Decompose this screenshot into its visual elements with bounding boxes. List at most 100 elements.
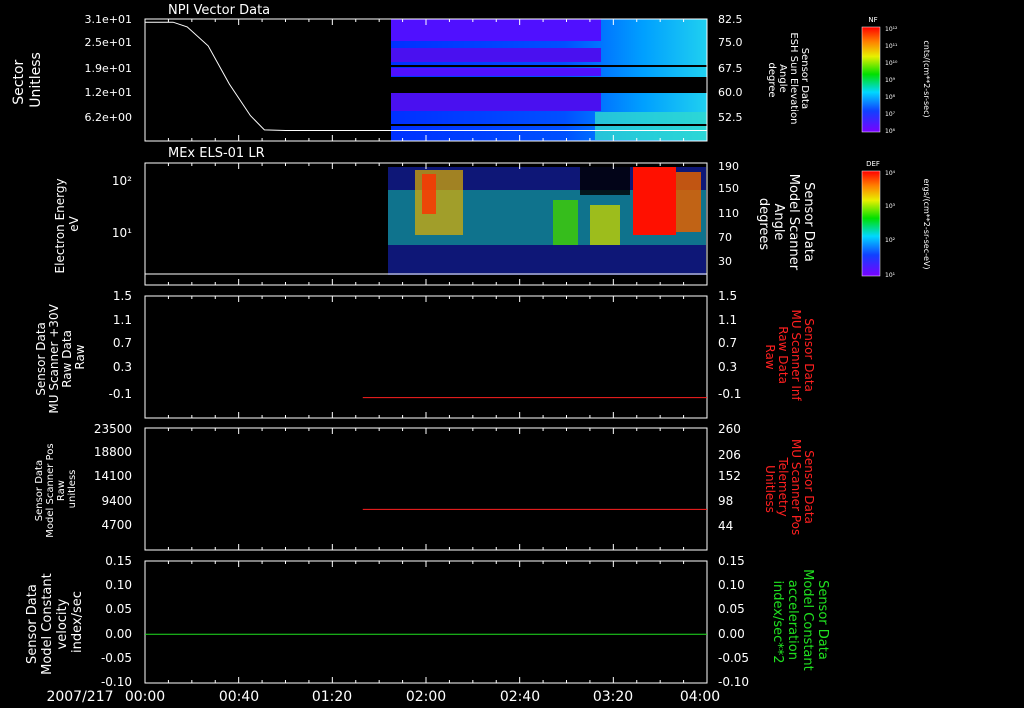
p1-ytick-right: 52.5 bbox=[718, 111, 743, 124]
date-label: 2007/217 bbox=[46, 689, 113, 705]
colorbar-def-tag: DEF bbox=[866, 160, 880, 168]
p1-ytick-right: 82.5 bbox=[718, 13, 743, 26]
p4-ytick-right: 260 bbox=[718, 422, 741, 436]
panel1-right-ticks: 82.5 75.0 67.5 60.0 52.5 bbox=[718, 13, 743, 124]
colorbar-nf-unit: cnts/(cm**2-sr-sec) bbox=[922, 40, 931, 117]
p5-ytick-left: -0.05 bbox=[101, 651, 132, 665]
panel5-left-axis-label: Sensor Data Model Constant velocity inde… bbox=[25, 569, 85, 675]
panel1-heatmap bbox=[391, 19, 707, 141]
p1-ytick-left: 1.2e+01 bbox=[85, 86, 132, 99]
time-tick-label: 02:40 bbox=[500, 689, 540, 705]
p1-ytick-right: 60.0 bbox=[718, 86, 743, 99]
panel5-right-axis-label: Sensor Data Model Constant acceleration … bbox=[770, 569, 830, 675]
els-heat-burst-2 bbox=[553, 200, 578, 245]
p3-ytick-right: 1.5 bbox=[718, 289, 737, 303]
p5-ytick-left: 0.10 bbox=[105, 578, 132, 592]
colorbar-nf-tag: NF bbox=[868, 16, 877, 24]
npi-heat-band-2 bbox=[391, 48, 601, 62]
def-tick: 10¹ bbox=[885, 272, 896, 279]
p4-ytick-left: 4700 bbox=[101, 518, 132, 532]
panel4-left-ticks: 23500 18800 14100 9400 4700 bbox=[94, 422, 132, 532]
p2-ytick-left: 10¹ bbox=[112, 226, 132, 240]
nf-tick: 10⁶ bbox=[885, 128, 896, 135]
panel1-right-axis-label: Sensor Data ESH Sun Elevation Angle degr… bbox=[766, 32, 810, 127]
npi-heat-band-4 bbox=[391, 93, 601, 111]
npi-heat-band-3 bbox=[391, 68, 601, 76]
panel5-left-ticks: 0.15 0.10 0.05 0.00 -0.05 -0.10 bbox=[101, 554, 132, 689]
p3-ytick-left: -0.1 bbox=[109, 387, 132, 401]
colorbar-nf-ticks: 10¹² 10¹¹ 10¹⁰ 10⁹ 10⁸ 10⁷ 10⁶ bbox=[885, 26, 898, 135]
p5-ytick-right: 0.00 bbox=[718, 627, 745, 641]
p3-ytick-left: 0.7 bbox=[113, 336, 132, 350]
p5-ytick-left: 0.00 bbox=[105, 627, 132, 641]
panel2-right-axis-label: Sensor Data Model Scanner Angle degrees bbox=[756, 174, 816, 275]
p2-ytick-right: 150 bbox=[718, 182, 739, 195]
p4-ytick-right: 206 bbox=[718, 448, 741, 462]
nf-tick: 10¹² bbox=[885, 26, 898, 33]
els-heat-hot-tail bbox=[676, 172, 701, 232]
p3-ytick-right: 0.3 bbox=[718, 360, 737, 374]
p4-ytick-right: 44 bbox=[718, 519, 733, 533]
time-tick-label: 02:00 bbox=[406, 689, 446, 705]
p4-ytick-left: 9400 bbox=[101, 494, 132, 508]
colorbar-nf bbox=[861, 26, 881, 133]
p5-ytick-right: -0.10 bbox=[718, 675, 749, 689]
p4-ytick-right: 98 bbox=[718, 494, 733, 508]
npi-heat-top-band bbox=[391, 19, 601, 41]
p1-ytick-left: 2.5e+01 bbox=[85, 36, 132, 49]
colorbar-def bbox=[861, 170, 881, 277]
p2-ytick-left: 10² bbox=[112, 174, 132, 188]
panel2-heatmap bbox=[388, 167, 706, 275]
p2-ytick-right: 190 bbox=[718, 160, 739, 173]
time-tick-label: 01:20 bbox=[312, 689, 352, 705]
panel2-title: MEx ELS-01 LR bbox=[168, 146, 265, 161]
p4-ytick-right: 152 bbox=[718, 469, 741, 483]
p2-ytick-right: 70 bbox=[718, 231, 732, 244]
p5-ytick-left: -0.10 bbox=[101, 675, 132, 689]
panel4-frame bbox=[144, 427, 708, 551]
els-heat-burst-3 bbox=[590, 205, 620, 245]
panel5-frame bbox=[144, 560, 708, 684]
time-tick-label: 04:00 bbox=[680, 689, 720, 705]
nf-tick: 10⁹ bbox=[885, 77, 896, 84]
p3-ytick-right: 1.1 bbox=[718, 313, 737, 327]
p1-ytick-right: 75.0 bbox=[718, 36, 743, 49]
def-tick: 10⁴ bbox=[885, 170, 896, 177]
multi-panel-plot: NPI Vector Data 3.1e+01 2.5e+01 1.9e+01 … bbox=[11, 3, 931, 705]
p5-ytick-right: -0.05 bbox=[718, 651, 749, 665]
nf-tick: 10¹⁰ bbox=[885, 60, 898, 67]
npi-heat-gap-3 bbox=[391, 124, 707, 126]
p3-ytick-right: 0.7 bbox=[718, 336, 737, 350]
p4-ytick-left: 23500 bbox=[94, 422, 132, 436]
p1-ytick-left: 3.1e+01 bbox=[85, 13, 132, 26]
p4-ytick-left: 18800 bbox=[94, 445, 132, 459]
p3-ytick-left: 1.1 bbox=[113, 313, 132, 327]
panel4-left-axis-label: Sensor Data Model Scanner Pos Raw unitle… bbox=[34, 440, 78, 537]
npi-heat-gap-1 bbox=[391, 65, 707, 67]
time-tick-label: 00:00 bbox=[125, 689, 165, 705]
p5-ytick-right: 0.05 bbox=[718, 602, 745, 616]
npi-heat-gap-2 bbox=[391, 77, 707, 93]
p3-ytick-left: 1.5 bbox=[113, 289, 132, 303]
time-tick-label: 03:20 bbox=[593, 689, 633, 705]
p1-ytick-right: 67.5 bbox=[718, 62, 743, 75]
def-tick: 10² bbox=[885, 237, 896, 244]
p2-ytick-right: 110 bbox=[718, 207, 739, 220]
colorbar-def-unit: ergs/(cm**2-sr-sec-eV) bbox=[922, 178, 931, 269]
p3-ytick-left: 0.3 bbox=[113, 360, 132, 374]
def-tick: 10³ bbox=[885, 203, 896, 210]
p5-ytick-left: 0.15 bbox=[105, 554, 132, 568]
panel1-left-ticks: 3.1e+01 2.5e+01 1.9e+01 1.2e+01 6.2e+00 bbox=[85, 13, 132, 124]
panel1-title: NPI Vector Data bbox=[168, 3, 270, 18]
p4-ytick-left: 14100 bbox=[94, 469, 132, 483]
colorbar-def-ticks: 10⁴ 10³ 10² 10¹ bbox=[885, 170, 896, 279]
panel3-frame bbox=[144, 295, 708, 419]
time-axis-labels: 00:00 00:40 01:20 02:00 02:40 03:20 04:0… bbox=[125, 689, 720, 705]
panel2-left-ticks: 10² 10¹ bbox=[112, 174, 132, 240]
panel3-left-ticks: 1.5 1.1 0.7 0.3 -0.1 bbox=[109, 289, 132, 401]
els-heat-burst-1-core bbox=[422, 174, 436, 214]
nf-tick: 10⁸ bbox=[885, 94, 896, 101]
panel3-right-axis-label: Sensor Data MU Scanner Inf Raw Data Raw bbox=[763, 309, 816, 404]
panel2-right-ticks: 190 150 110 70 30 bbox=[718, 160, 739, 268]
p1-ytick-left: 6.2e+00 bbox=[85, 111, 132, 124]
